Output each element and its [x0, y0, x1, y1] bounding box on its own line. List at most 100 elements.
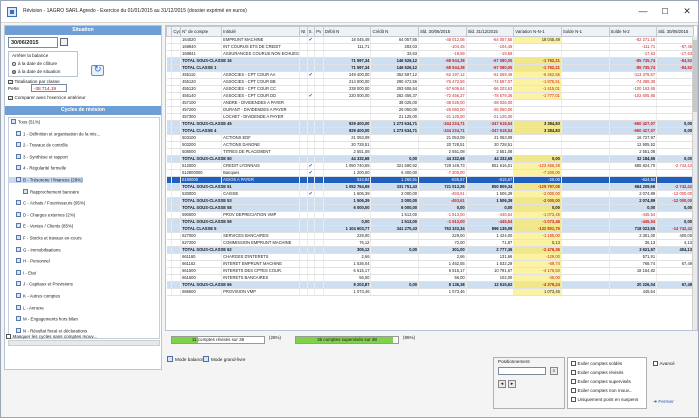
column-header[interactable]: Sld. 30/06/2015	[418, 26, 467, 37]
tree-item[interactable]: D - Charges externes (2%)	[9, 211, 75, 218]
table-row[interactable]: 455120 ASSOCIES - CPT COUR BB 214 000,00 29…	[166, 78, 694, 86]
tree-item[interactable]: I - Etat	[9, 269, 36, 276]
close-link[interactable]: ➜ Fermer	[653, 400, 674, 405]
table-row[interactable]: 164020 EMPRUNT MACHINE ✔ 18 045,49 64 057,55…	[166, 36, 694, 44]
table-row[interactable]: 455110 ASSOCIES - CPT COUR AA ✔ 249 400,00 3…	[166, 71, 694, 79]
table-row[interactable]: 455140 ASSOCIES - CPT COUR DD ✔ 220 000,00 2…	[166, 92, 694, 100]
column-header[interactable]: Variation N-N-1	[513, 26, 562, 37]
minimize-button[interactable]: —	[634, 5, 652, 19]
next-button[interactable]: ▸	[508, 380, 516, 388]
situation-date-field[interactable]: 30/06/2015	[8, 37, 58, 48]
chk-exiler-non-mouv[interactable]: Exiler comptes non mouv...	[571, 388, 633, 393]
radio-date-cloture[interactable]: à la date de clôture	[12, 61, 72, 67]
chk-masquer-cycles[interactable]: Masquer les cycles sans comptes mouv...	[6, 334, 97, 339]
total-row[interactable]: TOTAL CLASSE 1 71 597,34 146 526,12 -68 944…	[166, 64, 694, 72]
table-row[interactable]: 457300 LOCHET - DIVIDENDE A PAYER 21 125,0…	[166, 113, 694, 121]
maximize-button[interactable]: ☐	[656, 5, 674, 19]
chk-exiler-revises[interactable]: Exiler comptes révisés	[571, 370, 623, 375]
total-row[interactable]: TOTAL SOUS-CLASSE 59 0,00 1 513,00 -1 513,0…	[166, 218, 694, 226]
table-row[interactable]: 661162 INTERET EMPRUNT MACHINE 1 536,04 1 4…	[166, 260, 694, 268]
radio-date-situation[interactable]: à la date de situation	[12, 69, 72, 75]
column-header[interactable]: Pv	[314, 26, 324, 37]
column-header[interactable]: Intitulé	[221, 26, 301, 37]
scroll-thumb[interactable]	[693, 40, 697, 112]
tree-item[interactable]: K - Autres comptes	[9, 293, 60, 299]
total-row[interactable]: TOTAL CLASSE 4 929 400,00 1 273 634,71 -344…	[166, 127, 694, 135]
table-row[interactable]: 457100 ANDRE - DIVIDENDES A PAYER 38 025,0…	[166, 99, 694, 107]
tree-item[interactable]: 1 - Définition et organisation de la mis…	[9, 130, 100, 137]
column-header[interactable]: Cyc	[171, 26, 182, 37]
chk-point-suspens[interactable]: Uniquement point en suspens	[571, 397, 638, 402]
calendar-icon[interactable]	[60, 38, 68, 46]
table-row[interactable]: 530000 CAISSE ✔ 1 506,39 2 000,00 -493,61 1 50…	[166, 190, 694, 198]
table-row[interactable]: 503200 ACTIONS DANONE 20 728,51 20 728,51 20…	[166, 141, 694, 149]
table-row[interactable]: 457200 DURANT - DIVIDENDES A PAYER 26 050,…	[166, 106, 694, 114]
table-row[interactable]: 661160 CHARGES D'INTERETS 2,66 2,66 131,66 -1…	[166, 253, 694, 261]
total-row[interactable]: TOTAL SOUS-CLASSE 16 71 597,34 146 526,12-…	[166, 57, 694, 65]
tree-item[interactable]: 3 - Synthèse et rapport	[9, 153, 68, 160]
table-row[interactable]: 508000 TITRES DE PLACEMENT 2 551,08 2 551,0…	[166, 148, 694, 156]
tree-item[interactable]: 2 - Travaux de contrôle	[9, 142, 68, 148]
tree-item[interactable]: L - Annexe	[9, 304, 44, 311]
tree-hscrollbar[interactable]	[8, 340, 160, 346]
tree-item[interactable]: M - Engagements hors bilan	[9, 316, 78, 322]
tree-item[interactable]: B - Trésorerie / finances (28%)	[9, 177, 83, 184]
total-row[interactable]: TOTAL CLASSE 5 1 104 603,77 341 270,43 763 …	[166, 225, 694, 233]
amount-d: 214 000,00	[323, 78, 372, 86]
tree-item[interactable]: Rapprochement bancaire	[9, 188, 79, 195]
search-button[interactable]: ⌕	[550, 367, 558, 375]
table-row[interactable]: 5180000 AGIOS A PAYER 624,84 1 260,51 -635,6…	[166, 176, 694, 184]
chk-avance[interactable]: Avancé	[653, 361, 675, 366]
positionnement-input[interactable]	[498, 367, 546, 375]
table-row[interactable]: 168840 INT COURUS ETS DE CREDIT 111,71 283,…	[166, 43, 694, 51]
tree-item[interactable]: J - Capitaux et Provisions	[9, 281, 73, 287]
table-row[interactable]: 627000 SERVICES BANCAIRES 229,00 229,00 1 42…	[166, 232, 694, 240]
column-header[interactable]: N° de compte	[180, 26, 223, 37]
chk-compare[interactable]: ✓ Comparer avec l'exercice antérieur	[8, 95, 86, 100]
total-row[interactable]: TOTAL SOUS-CLASSE 53 1 506,39 2 000,00 -493…	[166, 197, 694, 205]
mode-balance-tab[interactable]: Mode balance	[167, 356, 204, 362]
refresh-icon[interactable]	[91, 64, 104, 76]
tree-item[interactable]: F - Stocks et travaux en-cours	[9, 235, 82, 241]
total-row[interactable]: TOTAL SOUS-CLASSE 51 1 052 764,69 331 751,…	[166, 183, 694, 191]
column-header[interactable]: Solde N-2	[608, 26, 658, 37]
column-header[interactable]: Sld. 30/06/2015	[656, 26, 694, 37]
mode-grand-livre-tab[interactable]: Mode grand-livre	[203, 356, 245, 362]
table-row[interactable]: 627200 COMMISSION EMPRUNT MACHINE 76,12 72,…	[166, 239, 694, 247]
total-row[interactable]: TOTAL SOUS-CLASSE 62 305,12 0,00 301,00 2 77…	[166, 246, 694, 254]
tree-item[interactable]: E - Ventes / Clients (85%)	[9, 223, 73, 229]
table-row[interactable]: 455130 ASSOCIES - CPT COUR CC 238 000,00 29…	[166, 85, 694, 93]
chk-exiler-supervises[interactable]: Exiler comptes supervisés	[571, 379, 631, 384]
table-row[interactable]: 590000 PROV DEPRECIATION VMP 1 513,00 -1 51…	[166, 211, 694, 219]
table-row[interactable]: 661600 INTERETS BANCAIRES 56,00 56,00 102,00…	[166, 274, 694, 282]
total-row[interactable]: TOTAL SOUS-CLASSE 66 8 203,87 0,00 8 136,38…	[166, 281, 694, 289]
total-row[interactable]: TOTAL SOUS-CLASSE 58 6 000,00 6 000,00 0,00…	[166, 204, 694, 212]
table-row[interactable]: 512800000 Banques ✔ 1 200,00 6 400,00 -7 200,…	[166, 169, 694, 177]
grid-vscrollbar[interactable]	[692, 36, 697, 330]
column-header[interactable]: Crédit N	[370, 26, 420, 37]
tree-item[interactable]: Tous (51%)	[9, 119, 40, 125]
table-row[interactable]: 512000 CREDIT LYONNAIS ✔ 1 050 740,65 321 59…	[166, 162, 694, 170]
column-header[interactable]: Solde N-1	[560, 26, 610, 37]
total-row[interactable]: TOTAL SOUS-CLASSE 50 44 332,68 0,00 44 332,…	[166, 155, 694, 163]
supervised-check	[307, 85, 316, 93]
cycle-cell	[171, 106, 182, 114]
amount-n2: 571,91	[609, 253, 658, 261]
chk-exiler-soldes[interactable]: Exiler comptes soldés	[571, 361, 622, 366]
tree-item[interactable]: 4 - Régularité formelle	[9, 165, 66, 171]
column-header[interactable]: Débit N	[322, 26, 372, 37]
table-row[interactable]: 686600 PROVISION VMP 1 073,46 1 073,46 1 073…	[166, 288, 694, 296]
account-number: 627000	[180, 232, 223, 240]
column-header[interactable]: S.	[306, 26, 316, 37]
prev-button[interactable]: ◂	[498, 380, 506, 388]
tree-item[interactable]: C - Achats / Fournisseurs (95%)	[9, 200, 85, 206]
table-row[interactable]: 661500 INTERETS DES CPTES COUR. 6 615,17 6 …	[166, 267, 694, 275]
table-row[interactable]: 168841 ASSURANCES COURUS NON ECHUES 33,53-…	[166, 50, 694, 58]
column-header[interactable]: Nt	[299, 26, 308, 37]
tree-item[interactable]: G - Immobilisations	[9, 246, 61, 253]
tree-item[interactable]: H - Personnel	[9, 258, 50, 264]
column-header[interactable]: Sld. 31/12/2015	[465, 26, 515, 37]
close-button[interactable]: ✕	[678, 5, 696, 19]
table-row[interactable]: 503100 ACTIONS EDF 21 053,09 21 053,09 21 05…	[166, 134, 694, 142]
total-row[interactable]: TOTAL SOUS-CLASSE 45 929 400,00 1 273 634,…	[166, 120, 694, 128]
